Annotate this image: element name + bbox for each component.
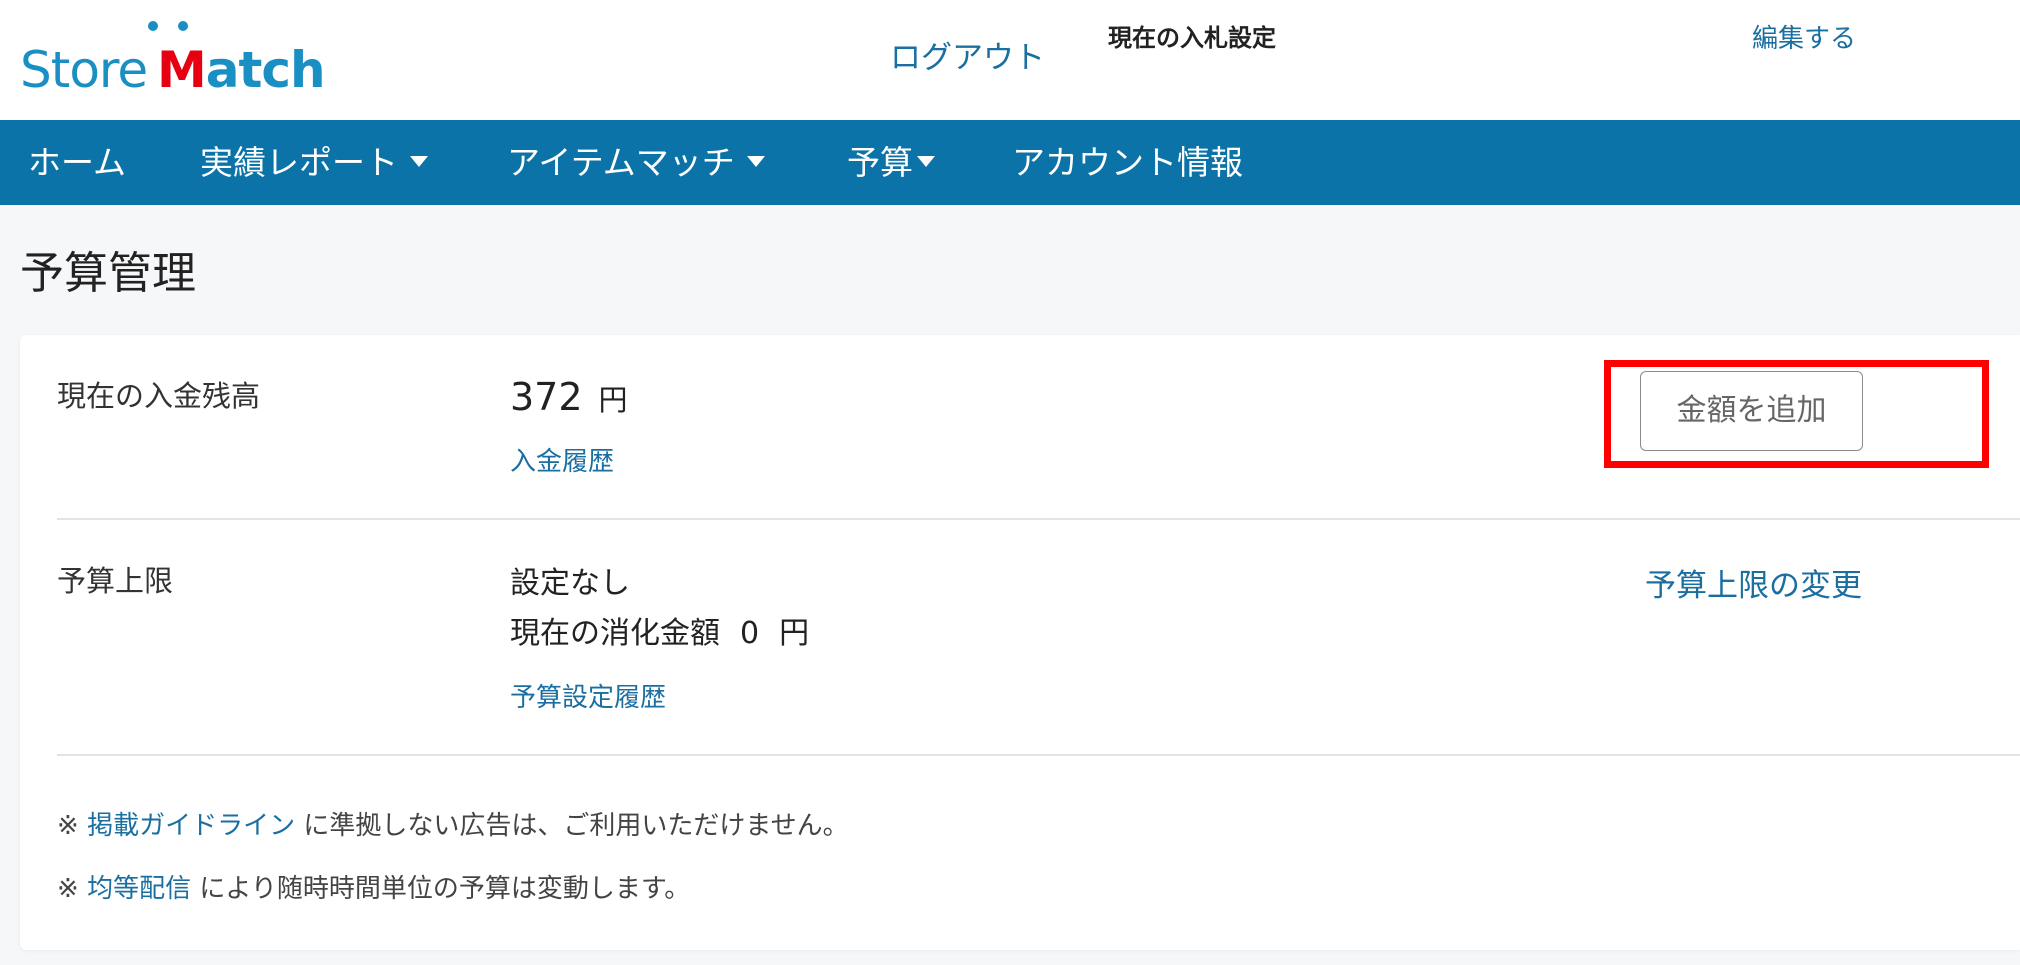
nav-item-budget[interactable]: 予算	[847, 120, 935, 205]
logo-store-text: Store	[20, 41, 148, 99]
even-delivery-link[interactable]: 均等配信	[87, 874, 191, 904]
nav-item-label: ホーム	[28, 143, 127, 182]
caret-down-icon	[917, 156, 935, 167]
consumed-amount: 現在の消化金額 0 円	[510, 608, 809, 652]
budget-card: 現在の入金残高 372 円 入金履歴 金額を追加 予算上限 設定なし 現在の消化金…	[20, 335, 2020, 950]
nav-item-label: 実績レポート	[200, 143, 398, 182]
deposit-history-link[interactable]: 入金履歴	[510, 441, 614, 478]
balance-label: 現在の入金残高	[57, 379, 261, 413]
logo-match-m: M	[157, 41, 207, 99]
budget-setting-history-link[interactable]: 予算設定履歴	[510, 677, 666, 714]
bid-settings-label: 現在の入札設定	[1108, 24, 1276, 52]
consumed-label: 現在の消化金額	[510, 616, 720, 651]
note-text: により随時時間単位の予算は変動します。	[191, 874, 691, 904]
note-mark: ※	[57, 874, 79, 904]
note-text: に準拠しない広告は、ご利用いただけません。	[295, 811, 849, 841]
edit-bid-settings-link[interactable]: 編集する	[1752, 18, 1856, 55]
consumed-unit: 円	[779, 616, 810, 651]
nav-item-label: アイテムマッチ	[507, 143, 735, 182]
nav-item-label: アカウント情報	[1012, 143, 1243, 182]
note-mark: ※	[57, 811, 79, 841]
add-amount-button[interactable]: 金額を追加	[1640, 371, 1863, 451]
logout-link[interactable]: ログアウト	[890, 32, 1045, 77]
storematch-logo[interactable]: Store Match	[20, 14, 326, 104]
top-header: Store Match ログアウト 現在の入札設定 編集する	[0, 0, 2020, 120]
logo-match-text: Match	[157, 40, 326, 100]
nav-item-reports[interactable]: 実績レポート	[200, 120, 428, 205]
page-title: 予算管理	[20, 248, 196, 299]
change-budget-limit-link[interactable]: 予算上限の変更	[1645, 560, 1862, 605]
logo-match-rest: atch	[205, 41, 326, 99]
balance-value: 372 円	[510, 375, 628, 419]
divider	[57, 754, 2020, 756]
budget-limit-setting: 設定なし	[510, 566, 630, 601]
budget-limit-label: 予算上限	[57, 564, 174, 598]
caret-down-icon	[746, 156, 765, 167]
nav-item-account[interactable]: アカウント情報	[1012, 120, 1243, 205]
nav-item-home[interactable]: ホーム	[28, 120, 126, 205]
balance-unit: 円	[598, 383, 628, 417]
consumed-value: 0	[740, 616, 760, 651]
balance-amount: 372	[510, 375, 583, 419]
note-even-delivery: ※ 均等配信 により随時時間単位の予算は変動します。	[57, 868, 690, 905]
caret-down-icon	[410, 156, 428, 167]
nav-item-itemmatch[interactable]: アイテムマッチ	[507, 120, 765, 205]
divider	[57, 518, 2020, 520]
guideline-link[interactable]: 掲載ガイドライン	[87, 811, 295, 841]
nav-item-label: 予算	[847, 143, 913, 182]
note-guideline: ※ 掲載ガイドライン に準拠しない広告は、ご利用いただけません。	[57, 805, 849, 842]
main-nav: ホーム 実績レポート アイテムマッチ 予算 アカウント情報	[0, 120, 2020, 205]
